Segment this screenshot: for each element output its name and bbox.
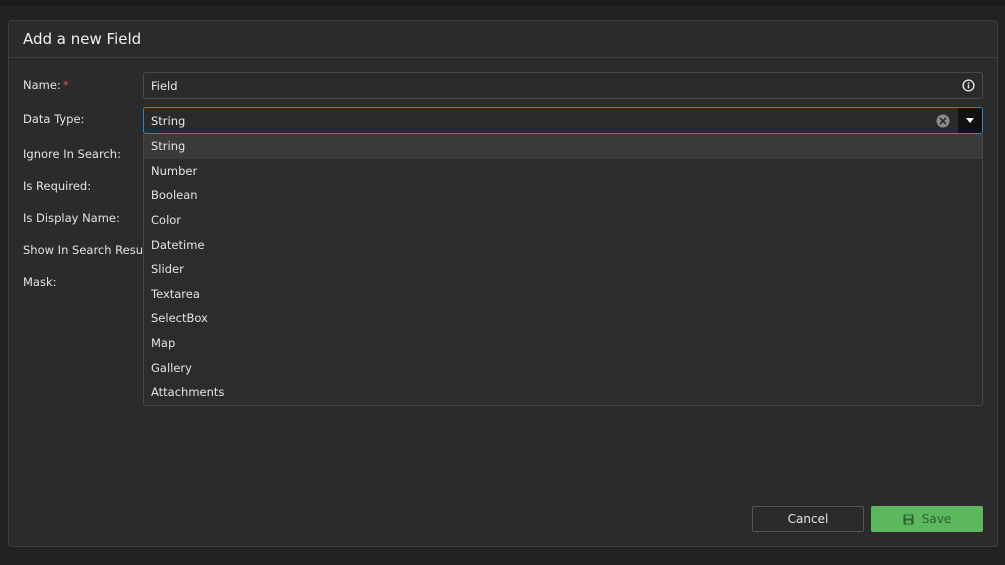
dialog-title: Add a new Field [23,30,142,48]
dropdown-option-gallery[interactable]: Gallery [144,355,982,380]
save-button-label: Save [921,512,952,526]
dropdown-toggle-button[interactable] [958,108,982,133]
dropdown-option-map[interactable]: Map [144,331,982,356]
background-strip [0,0,1005,6]
name-input-value: Field [151,78,178,93]
caret-down-icon [966,118,974,123]
clear-icon[interactable] [936,114,950,128]
data-type-label: Data Type: [23,112,85,126]
mask-label: Mask: [23,275,57,289]
save-button[interactable]: Save [871,506,983,532]
show-in-search-result-label: Show In Search Result: [23,243,155,257]
info-icon[interactable] [962,79,975,92]
dropdown-option-attachments[interactable]: Attachments [144,380,982,405]
ignore-in-search-label: Ignore In Search: [23,147,121,161]
is-display-name-label: Is Display Name: [23,211,120,225]
dropdown-option-textarea[interactable]: Textarea [144,282,982,307]
cancel-button-label: Cancel [787,512,829,526]
data-type-select[interactable]: String [143,107,983,134]
required-marker: * [62,78,69,92]
cancel-button[interactable]: Cancel [752,506,864,532]
dropdown-option-selectbox[interactable]: SelectBox [144,306,982,331]
dropdown-option-number[interactable]: Number [144,159,982,184]
data-type-value: String [151,113,186,128]
dropdown-option-string[interactable]: String [144,134,982,159]
name-label: Name: [23,78,61,92]
dropdown-option-boolean[interactable]: Boolean [144,183,982,208]
data-type-dropdown-list: String Number Boolean Color Datetime Sli… [143,134,983,406]
name-label-row: Name: * [23,78,69,92]
name-input[interactable]: Field [143,72,983,99]
add-field-dialog: Add a new Field Name: * Field Data Type: … [8,20,998,547]
is-required-label: Is Required: [23,179,92,193]
dropdown-option-color[interactable]: Color [144,208,982,233]
dropdown-option-slider[interactable]: Slider [144,257,982,282]
dialog-header: Add a new Field [9,21,997,58]
floppy-disk-icon [903,513,914,525]
dropdown-option-datetime[interactable]: Datetime [144,232,982,257]
